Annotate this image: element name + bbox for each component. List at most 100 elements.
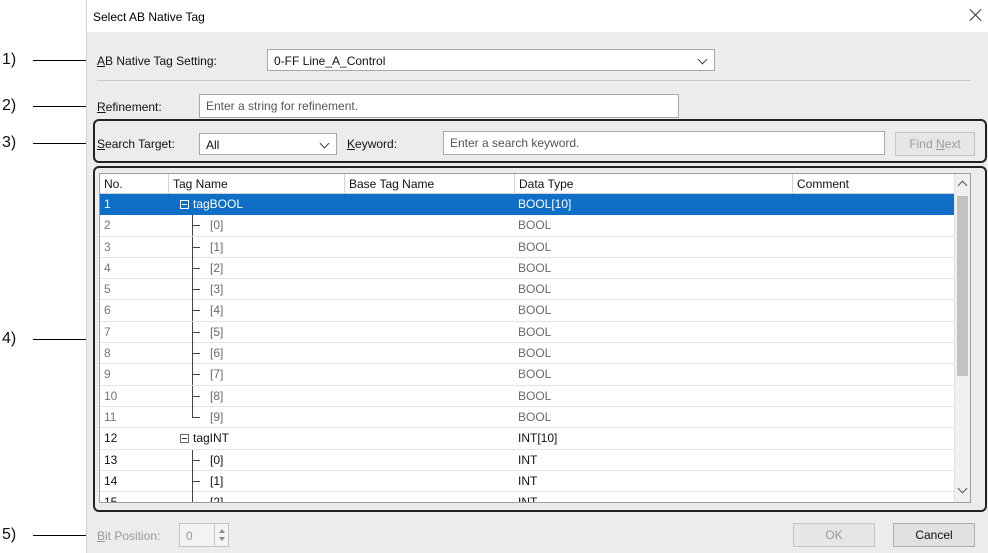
callout-1-label: 1) <box>2 51 17 68</box>
tag-name-cell: [4] <box>210 303 224 318</box>
find-next-label-post: ext <box>944 137 961 151</box>
tag-grid[interactable]: No. Tag Name Base Tag Name Data Type Com… <box>99 173 971 503</box>
tree-branch-icon <box>192 343 202 365</box>
tag-name-cell: [1] <box>210 473 224 488</box>
table-row[interactable]: 10 [8] BOOL <box>100 385 956 407</box>
tree-branch-icon <box>192 279 202 301</box>
tag-name-cell: [8] <box>210 388 224 403</box>
stepper-up-icon[interactable] <box>219 529 225 533</box>
tree-branch-icon <box>192 257 202 279</box>
search-target-dropdown[interactable]: All <box>199 133 337 155</box>
row-number: 2 <box>104 218 111 233</box>
data-type-cell: INT[10] <box>518 431 558 446</box>
column-header-no[interactable]: No. <box>100 174 168 194</box>
refinement-label-text: efinement: <box>105 100 162 114</box>
refinement-accel: R <box>97 100 106 114</box>
stepper-down-icon[interactable] <box>219 537 225 541</box>
callout-5: 5) <box>0 526 32 543</box>
stepper-arrows <box>214 524 228 546</box>
data-type-cell: BOOL <box>518 388 552 403</box>
row-number: 7 <box>104 324 111 339</box>
tag-name-text: tagINT <box>193 431 230 446</box>
tag-setting-label: AB Native Tag Setting: <box>97 54 217 68</box>
tag-name-cell: [9] <box>210 409 224 424</box>
bit-position-label: Bit Position: <box>97 529 160 543</box>
tree-branch-icon <box>192 300 202 322</box>
table-row[interactable]: 2 [0] BOOL <box>100 215 956 237</box>
close-icon[interactable] <box>969 8 983 22</box>
callout-3: 3) <box>0 134 32 151</box>
callout-4-label: 4) <box>2 330 17 347</box>
search-target-label: Search Target: <box>97 137 175 151</box>
table-row[interactable]: 15 [2] INT <box>100 492 956 503</box>
row-number: 4 <box>104 260 111 275</box>
table-row[interactable]: 3 [1] BOOL <box>100 236 956 258</box>
bit-position-accel: B <box>97 529 106 543</box>
table-row[interactable]: 12 tagINT INT[10] <box>100 428 956 450</box>
search-target-label-text: earch Target: <box>105 137 175 151</box>
tree-branch-icon <box>192 449 202 471</box>
data-type-cell: BOOL <box>518 260 552 275</box>
collapse-icon[interactable] <box>180 434 189 444</box>
table-row[interactable]: 7 [5] BOOL <box>100 321 956 344</box>
tag-setting-dropdown[interactable]: 0-FF Line_A_Control <box>267 49 715 71</box>
tree-branch-icon <box>192 470 202 492</box>
scroll-down-icon[interactable] <box>957 483 968 494</box>
table-row[interactable]: 9 [7] BOOL <box>100 364 956 386</box>
ok-button[interactable]: OK <box>793 523 875 547</box>
tree-branch-icon <box>192 406 202 418</box>
data-type-cell: BOOL <box>518 409 552 424</box>
row-number: 15 <box>104 495 118 503</box>
row-number: 1 <box>104 197 111 211</box>
tag-name-cell: tagINT <box>180 428 420 448</box>
callout-1: 1) <box>0 51 32 68</box>
bit-position-value: 0 <box>186 529 193 543</box>
callout-5-label: 5) <box>2 526 17 543</box>
tag-setting-label-text: B Native Tag Setting: <box>105 54 217 68</box>
data-type-cell: BOOL <box>518 324 552 339</box>
bit-position-label-text: it Position: <box>105 529 161 543</box>
cancel-button[interactable]: Cancel <box>893 523 975 547</box>
table-row[interactable]: 1 tagBOOL BOOL[10] <box>100 194 956 216</box>
table-row[interactable]: 14 [1] INT <box>100 470 956 493</box>
data-type-cell: BOOL <box>518 303 552 318</box>
find-next-accel: N <box>936 137 945 151</box>
vertical-scrollbar[interactable] <box>954 174 970 502</box>
row-number: 3 <box>104 239 111 254</box>
refinement-field[interactable] <box>199 94 679 118</box>
table-row[interactable]: 13 [0] INT <box>100 449 956 471</box>
keyword-accel: K <box>347 137 356 151</box>
callout-2-label: 2) <box>2 97 17 114</box>
keyword-label-text: eyword: <box>355 137 398 151</box>
table-row[interactable]: 6 [4] BOOL <box>100 300 956 322</box>
tag-name-cell: [5] <box>210 324 224 339</box>
separator-line <box>97 80 971 81</box>
tag-name-cell: [0] <box>210 452 224 467</box>
tag-name-cell: tagBOOL <box>180 194 420 214</box>
tag-setting-accel: A <box>97 54 106 68</box>
table-row[interactable]: 4 [2] BOOL <box>100 257 956 280</box>
data-type-cell: BOOL <box>518 218 552 233</box>
column-header-base-tag-name[interactable]: Base Tag Name <box>344 174 514 194</box>
data-type-cell: BOOL <box>518 367 552 382</box>
keyword-field[interactable] <box>443 131 885 155</box>
scrollbar-thumb[interactable] <box>957 196 968 376</box>
tag-name-cell: [3] <box>210 282 224 297</box>
column-header-tag-name[interactable]: Tag Name <box>168 174 344 194</box>
collapse-icon[interactable] <box>180 200 189 209</box>
tag-name-text: tagBOOL <box>193 197 244 211</box>
scroll-up-icon[interactable] <box>957 180 968 191</box>
tag-name-cell: [0] <box>210 218 224 233</box>
row-number: 12 <box>104 431 118 446</box>
table-row[interactable]: 8 [6] BOOL <box>100 343 956 365</box>
table-row[interactable]: 5 [3] BOOL <box>100 279 956 301</box>
keyword-input[interactable] <box>444 132 884 154</box>
bit-position-stepper[interactable]: 0 <box>179 523 229 547</box>
find-next-button[interactable]: Find Next <box>895 132 975 156</box>
table-row[interactable]: 11 [9] BOOL <box>100 406 956 429</box>
data-type-cell: BOOL[10] <box>518 197 572 211</box>
column-header-comment[interactable]: Comment <box>792 174 956 194</box>
refinement-input[interactable] <box>200 95 678 117</box>
column-header-data-type[interactable]: Data Type <box>514 174 792 194</box>
grid-rows: 1 tagBOOL BOOL[10] 2 [0] BOOL 3 [1] BOOL… <box>100 194 956 503</box>
